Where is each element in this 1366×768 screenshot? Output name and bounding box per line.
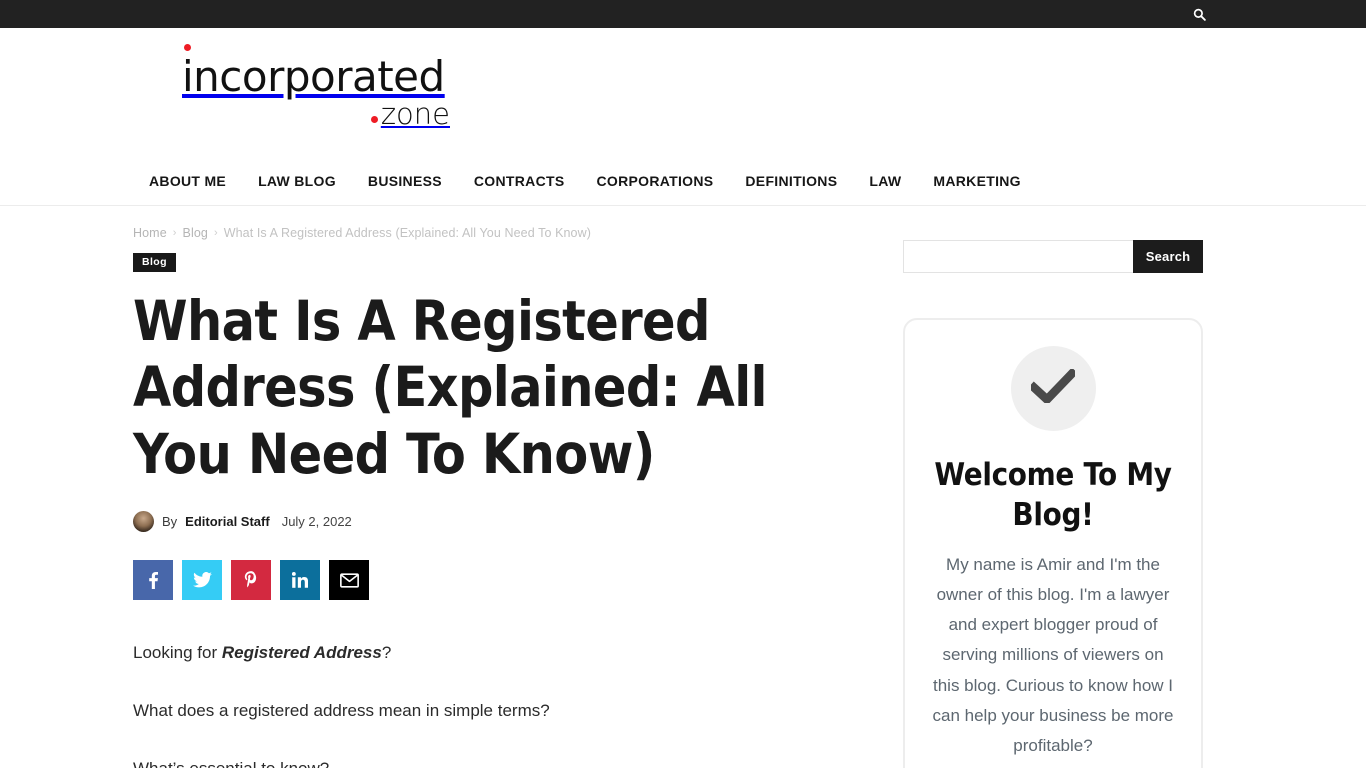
- article-paragraph-2: What does a registered address mean in s…: [133, 700, 550, 720]
- paragraph-emphasis-text: Registered Address: [221, 643, 382, 663]
- page-body: Home › Blog › What Is A Registered Addre…: [0, 206, 1366, 768]
- breadcrumb-separator: ›: [213, 227, 218, 239]
- facebook-share-button[interactable]: [133, 560, 173, 601]
- paragraph-lead-text: Looking for: [133, 643, 222, 663]
- nav-item-marketing[interactable]: MARKETING: [917, 173, 1036, 189]
- sidebar-search-widget: Search: [903, 240, 1203, 273]
- sidebar: Search Welcome To My Blog! My name is Am…: [873, 226, 1203, 768]
- welcome-text: My name is Amir and I'm the owner of thi…: [932, 554, 1174, 756]
- linkedin-icon: [292, 572, 308, 588]
- twitter-share-button[interactable]: [182, 560, 222, 601]
- check-icon: [1027, 367, 1079, 408]
- main-navigation: ABOUT ME LAW BLOG BUSINESS CONTRACTS COR…: [0, 156, 1366, 206]
- breadcrumb-blog[interactable]: Blog: [183, 226, 208, 240]
- byline-author[interactable]: Editorial Staff: [185, 514, 270, 529]
- search-submit-button[interactable]: Search: [1133, 240, 1203, 273]
- nav-item-definitions[interactable]: DEFINITIONS: [729, 173, 853, 189]
- site-header: incorporated zone: [0, 28, 1366, 156]
- nav-item-business[interactable]: BUSINESS: [352, 173, 458, 189]
- breadcrumb-separator: ›: [172, 227, 177, 239]
- search-input[interactable]: [903, 240, 1133, 273]
- search-icon: [1193, 8, 1206, 21]
- content-container: Home › Blog › What Is A Registered Addre…: [133, 206, 1233, 768]
- welcome-widget: Welcome To My Blog! My name is Amir and …: [903, 318, 1203, 768]
- pinterest-share-button[interactable]: [231, 560, 271, 601]
- top-utility-bar: [0, 0, 1366, 28]
- breadcrumb-home[interactable]: Home: [133, 226, 167, 240]
- logo-secondary-text: zone: [380, 96, 450, 131]
- article-column: Home › Blog › What Is A Registered Addre…: [133, 226, 873, 768]
- paragraph-tail-text: ?: [381, 643, 392, 663]
- breadcrumb-current: What Is A Registered Address (Explained:…: [223, 226, 591, 240]
- share-buttons: [133, 560, 843, 601]
- logo-primary-text: incorporated: [182, 51, 445, 101]
- nav-list: ABOUT ME LAW BLOG BUSINESS CONTRACTS COR…: [149, 173, 1037, 189]
- article-paragraph-3: What’s essential to know?: [133, 754, 843, 768]
- envelope-icon: [339, 573, 359, 588]
- check-icon-circle: [1010, 346, 1096, 431]
- article-paragraph-1: Looking for Registered Address?: [133, 638, 843, 668]
- pinterest-icon: [244, 571, 258, 589]
- email-share-button[interactable]: [329, 560, 369, 601]
- topbar-search-toggle[interactable]: [1184, 0, 1214, 28]
- linkedin-share-button[interactable]: [280, 560, 320, 601]
- site-logo[interactable]: incorporated zone: [182, 43, 457, 131]
- twitter-icon: [192, 572, 212, 588]
- breadcrumb: Home › Blog › What Is A Registered Addre…: [133, 226, 843, 240]
- nav-item-about-me[interactable]: ABOUT ME: [149, 173, 242, 189]
- page-title: What Is A Registered Address (Explained:…: [133, 288, 768, 486]
- welcome-title: Welcome To My Blog!: [934, 457, 1172, 534]
- nav-item-contracts[interactable]: CONTRACTS: [458, 173, 581, 189]
- byline-by-label: By: [162, 514, 178, 530]
- byline-date: July 2, 2022: [281, 514, 352, 530]
- category-badge[interactable]: Blog: [133, 253, 176, 272]
- nav-item-corporations[interactable]: CORPORATIONS: [580, 173, 729, 189]
- article-byline: By Editorial Staff July 2, 2022: [133, 511, 843, 533]
- logo-accent-dot-bottom: [370, 115, 378, 123]
- nav-item-law-blog[interactable]: LAW BLOG: [242, 173, 352, 189]
- nav-item-law[interactable]: LAW: [853, 173, 917, 189]
- facebook-icon: [148, 571, 158, 589]
- logo-accent-dot-top: [184, 43, 191, 51]
- avatar: [133, 511, 154, 533]
